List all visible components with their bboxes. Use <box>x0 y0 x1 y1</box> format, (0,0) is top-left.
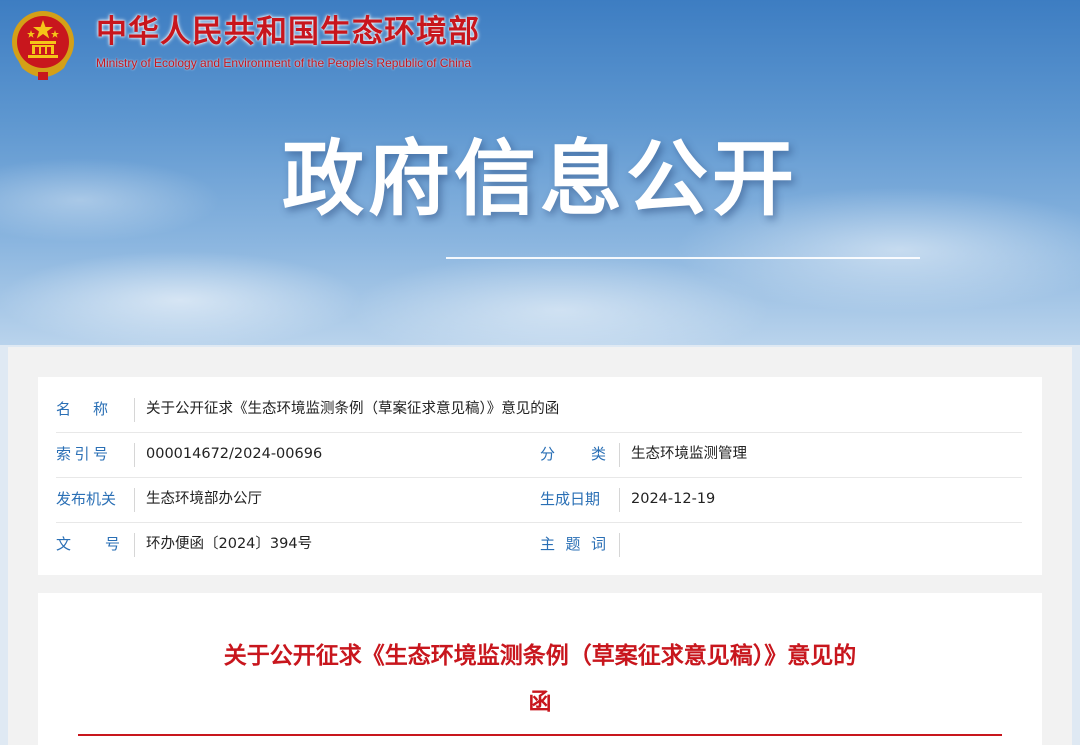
docno-label: 文号 <box>56 535 120 553</box>
name-value: 关于公开征求《生态环境监测条例（草案征求意见稿）》意见的函 <box>146 401 560 417</box>
index-value: 000014672/2024-00696 <box>146 446 323 462</box>
info-row-docno: 文号 环办便函〔2024〕394号 主题词 <box>56 522 1022 567</box>
label-separator <box>619 488 620 512</box>
issuer-label: 发布机关 <box>56 490 117 508</box>
label-separator <box>619 443 620 467</box>
info-row-name: 名称 关于公开征求《生态环境监测条例（草案征求意见稿）》意见的函 <box>56 387 1022 433</box>
index-label: 索引号 <box>56 445 108 463</box>
ministry-name-cn[interactable]: 中华人民共和国生态环境部 <box>96 12 480 52</box>
header-banner: 中华人民共和国生态环境部 Ministry of Ecology and Env… <box>0 0 1080 345</box>
title-divider <box>78 734 1002 736</box>
national-emblem-icon[interactable] <box>10 8 76 84</box>
document-title: 关于公开征求《生态环境监测条例（草案征求意见稿）》意见的 函 <box>120 633 960 725</box>
label-separator <box>134 488 135 512</box>
label-separator <box>134 533 135 557</box>
issuer-value: 生态环境部办公厅 <box>146 491 262 507</box>
page-heading: 政府信息公开 <box>281 132 798 227</box>
heading-divider <box>446 257 920 259</box>
info-row-index: 索引号 000014672/2024-00696 分类 生态环境监测管理 <box>56 432 1022 478</box>
name-label: 名称 <box>56 400 108 418</box>
label-separator <box>619 533 620 557</box>
document-title-line-1: 关于公开征求《生态环境监测条例（草案征求意见稿）》意见的 <box>223 643 857 669</box>
date-value: 2024-12-19 <box>631 491 716 507</box>
category-label: 分类 <box>540 445 606 463</box>
docno-value: 环办便函〔2024〕394号 <box>146 536 313 552</box>
subject-label: 主题词 <box>540 535 606 553</box>
ministry-name-en[interactable]: Ministry of Ecology and Environment of t… <box>96 55 471 71</box>
label-separator <box>134 443 135 467</box>
document-info-table: 名称 关于公开征求《生态环境监测条例（草案征求意见稿）》意见的函 索引号 000… <box>38 377 1042 575</box>
document-title-line-2: 函 <box>528 689 552 715</box>
category-value: 生态环境监测管理 <box>631 446 747 462</box>
info-row-issuer: 发布机关 生态环境部办公厅 生成日期 2024-12-19 <box>56 477 1022 523</box>
date-label: 生成日期 <box>540 490 601 508</box>
label-separator <box>134 398 135 422</box>
